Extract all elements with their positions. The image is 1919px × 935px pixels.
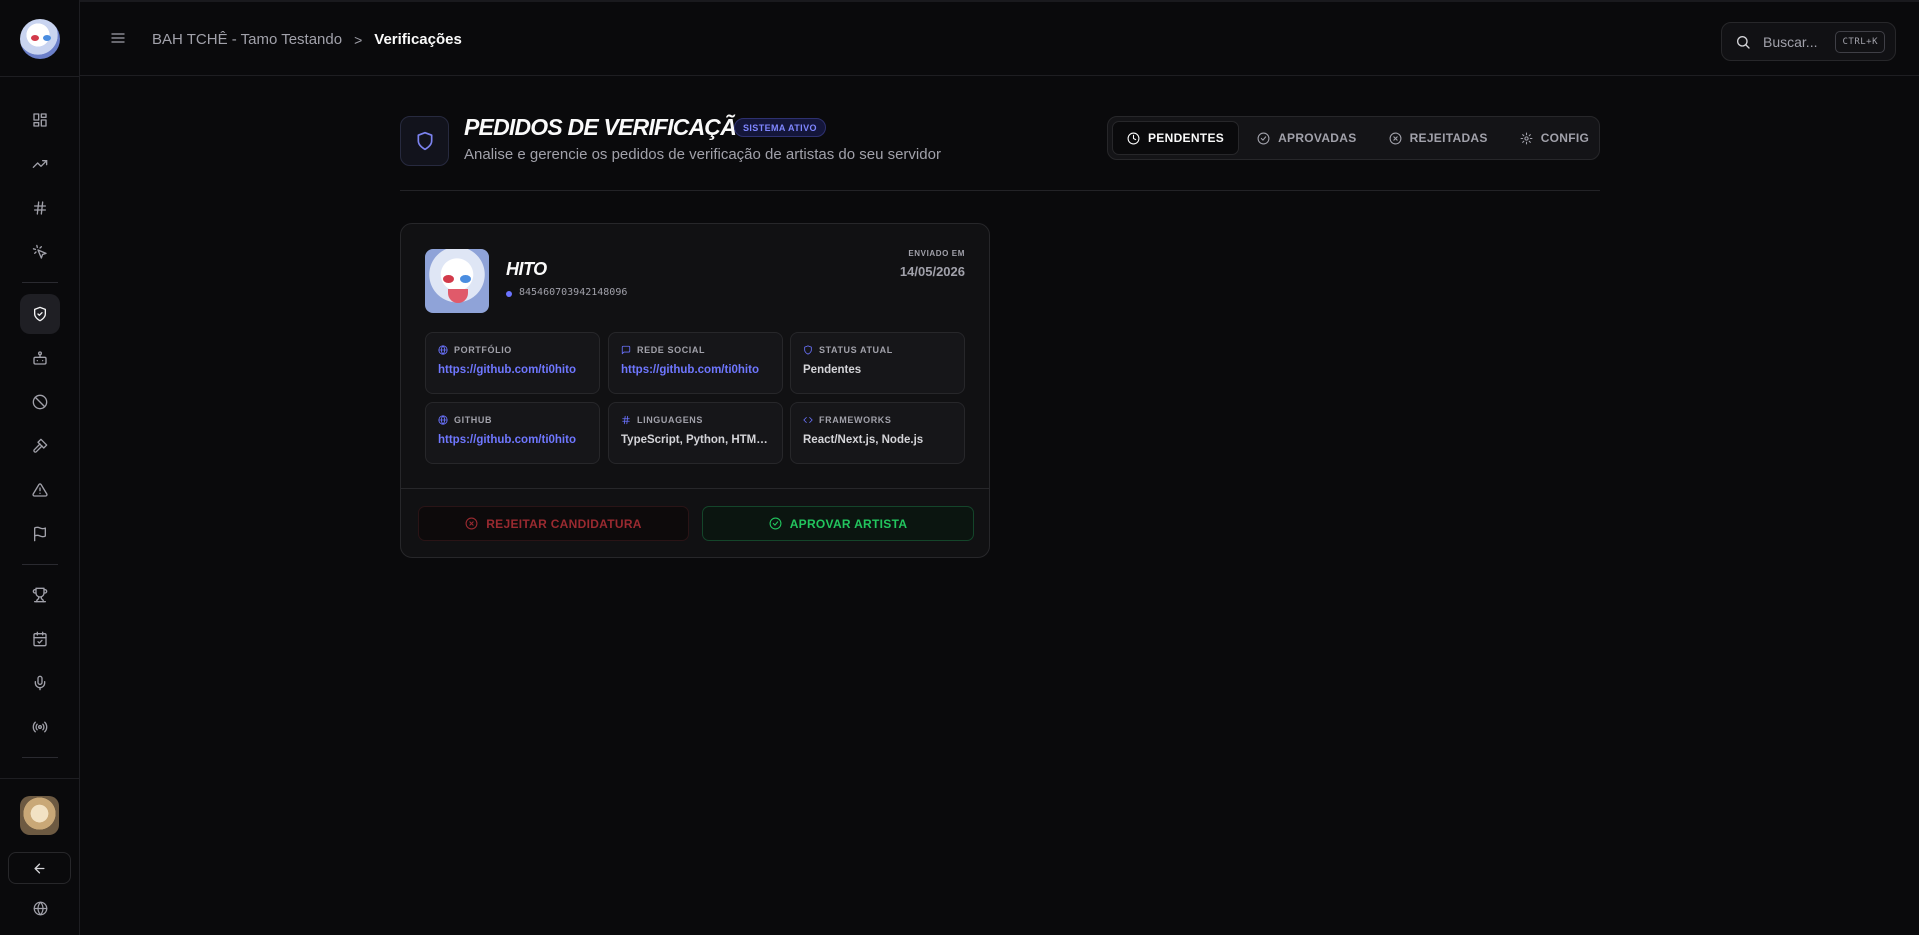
check-circle-icon (769, 517, 782, 530)
sidebar-divider (22, 282, 58, 283)
globe-icon (438, 345, 448, 355)
field-status: STATUS ATUAL Pendentes (790, 332, 965, 394)
reject-button[interactable]: REJEITAR CANDIDATURA (418, 506, 689, 541)
frameworks-value: React/Next.js, Node.js (803, 434, 924, 446)
chevron-right-icon: > (354, 31, 363, 48)
mic-icon[interactable] (20, 663, 60, 703)
sent-label: ENVIADO EM (908, 249, 965, 258)
sidebar-divider (0, 778, 80, 779)
bot-icon[interactable] (20, 338, 60, 378)
breadcrumb-current: Verificações (374, 31, 462, 48)
field-frameworks: FRAMEWORKS React/Next.js, Node.js (790, 402, 965, 464)
ban-icon[interactable] (20, 382, 60, 422)
broadcast-icon[interactable] (20, 707, 60, 747)
portfolio-link[interactable]: https://github.com/ti0hito (438, 364, 587, 376)
trending-icon[interactable] (20, 144, 60, 184)
tab-label: PENDENTES (1148, 131, 1225, 145)
hash-icon[interactable] (20, 188, 60, 228)
sidebar (0, 0, 80, 935)
artist-name: HITO (506, 259, 547, 279)
search-icon (1737, 35, 1750, 49)
tab-rejeitadas[interactable]: REJEITADAS (1375, 121, 1502, 155)
page-title: PEDIDOS DE VERIFICAÇÃO (464, 114, 754, 140)
search-shortcut: CTRL+K (1835, 31, 1885, 53)
arrow-left-icon (34, 863, 45, 873)
x-circle-icon (465, 517, 478, 530)
reject-label: REJEITAR CANDIDATURA (486, 516, 642, 531)
field-label: GITHUB (454, 415, 493, 425)
languages-value: TypeScript, Python, HTML... (621, 434, 770, 446)
check-circle-icon (1257, 132, 1270, 144)
field-label: PORTFÓLIO (454, 345, 512, 355)
code-icon (803, 417, 813, 423)
field-github: GITHUB https://github.com/ti0hito (425, 402, 600, 464)
trophy-icon[interactable] (20, 575, 60, 615)
globe-icon[interactable] (30, 898, 50, 918)
back-button[interactable] (8, 852, 71, 884)
status-value: Pendentes (803, 364, 862, 376)
hammer-icon[interactable] (20, 426, 60, 466)
search-placeholder: Buscar... (1763, 33, 1818, 50)
status-dot (506, 291, 512, 297)
verification-request-card: HITO 845460703942148096 ENVIADO EM 14/05… (400, 223, 990, 558)
field-portfolio: PORTFÓLIO https://github.com/ti0hito (425, 332, 600, 394)
status-tabs: PENDENTES APROVADAS REJEITADAS CONFIG (1107, 116, 1600, 160)
field-social: REDE SOCIAL https://github.com/ti0hito (608, 332, 783, 394)
sent-date: 14/05/2026 (899, 264, 965, 279)
tab-config[interactable]: CONFIG (1506, 121, 1603, 155)
menu-icon[interactable] (110, 30, 126, 46)
tab-pendentes[interactable]: PENDENTES (1112, 121, 1240, 155)
tab-aprovadas[interactable]: APROVADAS (1243, 121, 1371, 155)
field-label: LINGUAGENS (637, 415, 704, 425)
sidebar-divider (22, 564, 58, 565)
search-box[interactable]: Buscar... CTRL+K (1721, 22, 1896, 61)
sidebar-divider (0, 76, 80, 77)
topbar: BAH TCHÊ - Tamo Testando > Verificações … (80, 0, 1919, 76)
artist-id: 845460703942148096 (519, 287, 628, 298)
gear-icon (1520, 132, 1533, 144)
hash-icon (622, 415, 630, 425)
approve-label: APROVAR ARTISTA (789, 516, 908, 531)
card-divider (401, 488, 989, 489)
field-languages: LINGUAGENS TypeScript, Python, HTML... (608, 402, 783, 464)
dashboard-icon[interactable] (20, 100, 60, 140)
field-label: STATUS ATUAL (819, 345, 893, 355)
server-logo[interactable] (20, 19, 60, 59)
globe-icon (438, 415, 448, 425)
breadcrumb: BAH TCHÊ - Tamo Testando > Verificações (152, 31, 462, 48)
social-link[interactable]: https://github.com/ti0hito (621, 364, 770, 376)
alert-triangle-icon[interactable] (20, 470, 60, 510)
clock-icon (1127, 132, 1140, 144)
github-link[interactable]: https://github.com/ti0hito (438, 434, 587, 446)
sparkle-cursor-icon[interactable] (20, 232, 60, 272)
user-avatar[interactable] (20, 796, 59, 835)
status-badge: SISTEMA ATIVO (734, 118, 826, 137)
shield-icon (400, 116, 449, 166)
flag-icon[interactable] (20, 514, 60, 554)
tab-label: APROVADAS (1278, 131, 1357, 145)
x-circle-icon (1389, 132, 1402, 144)
tab-label: CONFIG (1540, 131, 1590, 145)
sidebar-divider (22, 757, 58, 758)
message-icon (621, 345, 631, 355)
approve-button[interactable]: APROVAR ARTISTA (702, 506, 974, 541)
header-divider (400, 190, 1600, 191)
shield-check-icon[interactable] (20, 294, 60, 334)
shield-icon (804, 345, 812, 355)
page-subtitle: Analise e gerencie os pedidos de verific… (464, 146, 941, 163)
artist-avatar (425, 249, 489, 313)
breadcrumb-server[interactable]: BAH TCHÊ - Tamo Testando (152, 31, 342, 48)
tab-label: REJEITADAS (1409, 131, 1488, 145)
field-label: REDE SOCIAL (637, 345, 706, 355)
field-label: FRAMEWORKS (819, 415, 892, 425)
calendar-check-icon[interactable] (20, 619, 60, 659)
